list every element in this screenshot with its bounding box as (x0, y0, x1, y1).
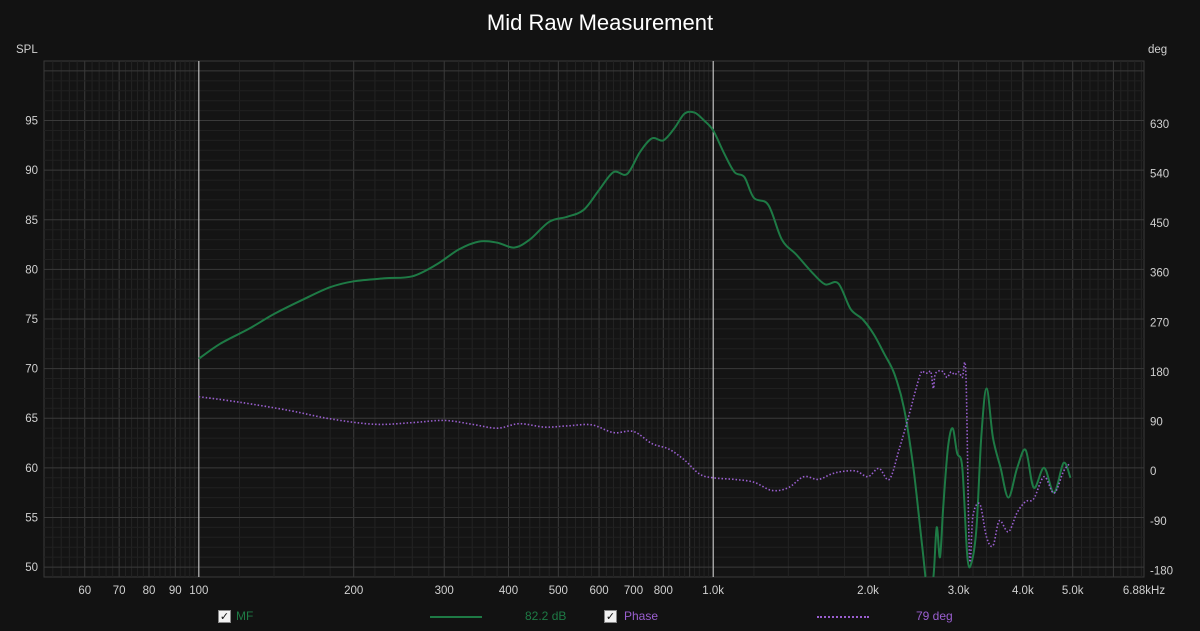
y-right-tick-label: 540 (1150, 168, 1169, 180)
x-tick-label: 600 (589, 585, 608, 597)
y-right-tick-label: 270 (1150, 317, 1169, 329)
x-tick-label: 2.0k (857, 585, 879, 597)
y-right-tick-label: 630 (1150, 119, 1169, 131)
mf-legend-value: 82.2 dB (525, 609, 567, 623)
x-tick-label: 5.0k (1062, 585, 1084, 597)
y-left-tick-label: 75 (25, 314, 38, 326)
x-tick-label: 100 (189, 585, 208, 597)
x-tick-label: 300 (435, 585, 454, 597)
mf-checkbox[interactable]: ✓ (218, 610, 231, 623)
x-tick-label: 6.88kHz (1123, 585, 1165, 597)
y-right-axis-label: deg (1148, 44, 1167, 56)
y-left-tick-label: 95 (25, 116, 38, 128)
x-tick-label: 700 (624, 585, 643, 597)
y-left-axis-label: SPL (16, 44, 38, 56)
x-tick-label: 3.0k (948, 585, 970, 597)
phase-checkbox[interactable]: ✓ (604, 610, 617, 623)
y-left-tick-label: 90 (25, 165, 38, 177)
y-right-tick-label: -90 (1150, 516, 1167, 528)
y-right-tick-label: 450 (1150, 218, 1169, 230)
x-tick-label: 1.0k (702, 585, 724, 597)
x-tick-label: 70 (113, 585, 126, 597)
phase-legend-value: 79 deg (916, 609, 953, 623)
x-tick-label: 200 (344, 585, 363, 597)
y-right-tick-label: 180 (1150, 367, 1169, 379)
phase-legend-name: Phase (624, 609, 659, 623)
x-tick-label: 800 (654, 585, 673, 597)
y-left-tick-label: 60 (25, 463, 38, 475)
x-tick-label: 60 (78, 585, 91, 597)
y-left-tick-label: 55 (25, 512, 38, 524)
x-tick-label: 90 (169, 585, 182, 597)
x-tick-label: 500 (549, 585, 568, 597)
chart-title: Mid Raw Measurement (487, 10, 713, 35)
y-left-tick-label: 65 (25, 413, 38, 425)
y-right-tick-label: 360 (1150, 268, 1169, 280)
y-left-tick-label: 85 (25, 215, 38, 227)
x-tick-label: 4.0k (1012, 585, 1034, 597)
mf-legend-name: MF (236, 609, 254, 623)
chart-canvas: Mid Raw Measurement SPL deg 60 70 80 90 100 2… (0, 0, 1200, 631)
y-left-tick-label: 50 (25, 562, 38, 574)
mf-legend-swatch (430, 616, 482, 618)
y-left-tick-label: 80 (25, 264, 38, 276)
x-tick-label: 400 (499, 585, 518, 597)
y-right-tick-label: 90 (1150, 417, 1163, 429)
x-tick-label: 80 (143, 585, 156, 597)
y-right-tick-label: -180 (1150, 565, 1173, 577)
phase-legend-swatch (817, 616, 869, 618)
y-right-tick-label: 0 (1150, 466, 1156, 478)
y-left-tick-label: 70 (25, 364, 38, 376)
